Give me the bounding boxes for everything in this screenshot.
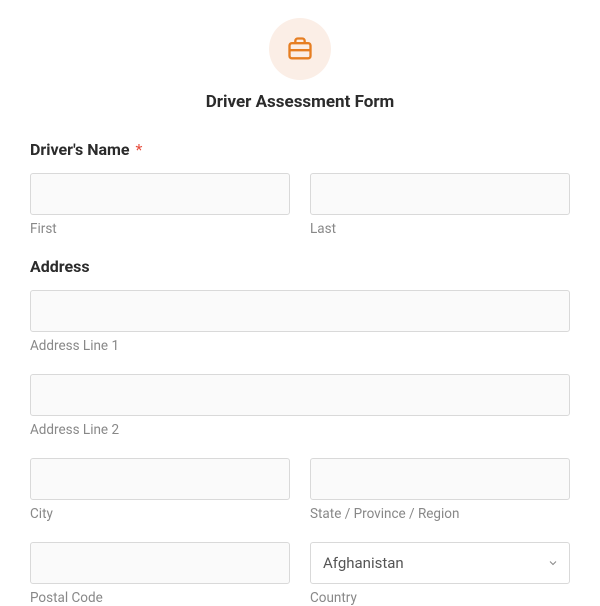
form-icon-wrap bbox=[269, 18, 331, 80]
address-line1-sublabel: Address Line 1 bbox=[30, 338, 570, 354]
country-select[interactable]: Afghanistan bbox=[310, 542, 570, 584]
country-sublabel: Country bbox=[310, 590, 570, 606]
last-name-col: Last bbox=[310, 173, 570, 237]
name-row: First Last bbox=[30, 173, 570, 237]
postal-col: Postal Code bbox=[30, 542, 290, 606]
state-col: State / Province / Region bbox=[310, 458, 570, 522]
first-name-col: First bbox=[30, 173, 290, 237]
drivers-name-text: Driver's Name bbox=[30, 140, 130, 159]
address-line2-input[interactable] bbox=[30, 374, 570, 416]
state-input[interactable] bbox=[310, 458, 570, 500]
country-col: Afghanistan Country bbox=[310, 542, 570, 606]
form-container: Driver Assessment Form Driver's Name * F… bbox=[0, 0, 600, 606]
address-label: Address bbox=[30, 257, 570, 276]
chevron-down-icon bbox=[547, 557, 559, 569]
briefcase-icon bbox=[286, 35, 314, 63]
first-name-sublabel: First bbox=[30, 221, 290, 237]
last-name-sublabel: Last bbox=[310, 221, 570, 237]
city-col: City bbox=[30, 458, 290, 522]
address-line1-input[interactable] bbox=[30, 290, 570, 332]
last-name-input[interactable] bbox=[310, 173, 570, 215]
address-line2-sublabel: Address Line 2 bbox=[30, 422, 570, 438]
postal-sublabel: Postal Code bbox=[30, 590, 290, 606]
postal-country-row: Postal Code Afghanistan Country bbox=[30, 542, 570, 606]
state-sublabel: State / Province / Region bbox=[310, 506, 570, 522]
address-line2-wrap: Address Line 2 bbox=[30, 374, 570, 438]
city-sublabel: City bbox=[30, 506, 290, 522]
address-line1-wrap: Address Line 1 bbox=[30, 290, 570, 354]
postal-input[interactable] bbox=[30, 542, 290, 584]
city-state-row: City State / Province / Region bbox=[30, 458, 570, 522]
form-title: Driver Assessment Form bbox=[30, 92, 570, 112]
drivers-name-label: Driver's Name * bbox=[30, 140, 570, 159]
first-name-input[interactable] bbox=[30, 173, 290, 215]
country-selected-text: Afghanistan bbox=[323, 554, 404, 572]
required-mark: * bbox=[136, 140, 143, 159]
city-input[interactable] bbox=[30, 458, 290, 500]
